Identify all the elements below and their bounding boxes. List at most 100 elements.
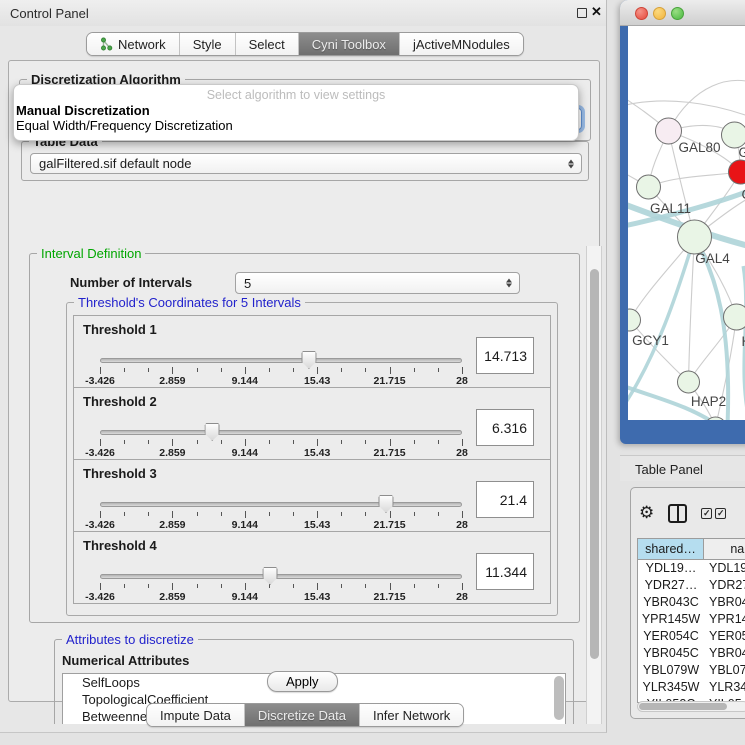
table-hscrollbar-thumb[interactable] [639,703,727,710]
tab-jactivemnodules[interactable]: jActiveMNodules [399,33,523,55]
slider-tick-label: 9.144 [232,375,258,387]
tab-select[interactable]: Select [235,33,298,55]
slider-tick [172,583,173,590]
slider-tick-label: 2.859 [159,447,185,459]
slider-tick [438,440,439,444]
table-row[interactable]: YDL19…YDL19 [638,560,745,577]
gear-icon[interactable]: ⚙ [639,505,654,522]
table-data-groupbox: Table Data galFiltered.sif default node [21,141,589,181]
table-panel-toolbar: ⚙ ✓ ✓ [639,496,745,530]
threshold-slider[interactable]: -3.4262.8599.14415.4321.71528 [100,316,462,389]
table-cell: YDL19… [638,560,704,577]
minimize-button-icon[interactable] [653,7,666,20]
table-hscrollbar-track[interactable] [637,701,745,712]
split-columns-icon[interactable] [668,504,687,523]
table-row[interactable]: YLR345WYLR34 [638,679,745,696]
num-intervals-combobox[interactable]: 5 [235,272,520,294]
network-node-label: GAL4 [695,251,730,266]
tab-label: Select [249,37,285,52]
slider-thumb[interactable] [301,351,316,369]
table-data-selected: galFiltered.sif default node [39,156,191,171]
threshold-slider[interactable]: -3.4262.8599.14415.4321.71528 [100,460,462,533]
network-node-gal11[interactable] [637,175,661,199]
table-row[interactable]: YER054CYER05 [638,628,745,645]
threshold-slider[interactable]: -3.4262.8599.14415.4321.71528 [100,532,462,605]
float-window-icon[interactable] [577,8,587,18]
network-node-h[interactable] [724,304,745,330]
slider-tick [245,367,246,374]
network-node-label: GAL [739,145,745,160]
threshold-value-field[interactable]: 11.344 [476,553,534,590]
slider-track[interactable] [100,502,462,507]
tab-network[interactable]: Network [87,33,179,55]
tab-impute-data[interactable]: Impute Data [147,704,244,726]
slider-thumb[interactable] [378,495,393,513]
slider-tick [341,440,342,444]
table-cell: YBL079W [638,662,704,679]
tab-infer-network[interactable]: Infer Network [359,704,463,726]
slider-track[interactable] [100,574,462,579]
apply-button[interactable]: Apply [267,671,338,692]
algorithm-option[interactable]: Equal Width/Frequency Discretization [14,119,578,134]
table-row[interactable]: YPR145WYPR14 [638,611,745,628]
table-row[interactable]: YBL079WYBL07 [638,662,745,679]
table-row[interactable]: YDR27…YDR27 [638,577,745,594]
slider-tick-label: 2.859 [159,519,185,531]
zoom-button-icon[interactable] [671,7,684,20]
network-node-hap2[interactable] [678,371,700,393]
settings-scrollbar-thumb[interactable] [590,269,599,659]
slider-tick [462,583,463,590]
slider-tick [365,440,366,444]
slider-tick [124,368,125,372]
threshold-slider[interactable]: -3.4262.8599.14415.4321.71528 [100,388,462,461]
slider-tick [197,584,198,588]
table-cell: YLR345W [638,679,704,696]
close-button-icon[interactable] [635,7,648,20]
network-canvas[interactable]: GAL80GALCGAL11GAL4GCY1HHAP2 [628,26,745,420]
algorithm-dropdown-popup: Select algorithm to view settings Manual… [13,84,579,141]
slider-tick [293,584,294,588]
network-node-gcy1[interactable] [628,309,641,331]
table-column-header[interactable]: shared… [638,539,704,559]
slider-thumb[interactable] [263,567,278,585]
slider-tick [221,368,222,372]
table-data-combobox[interactable]: galFiltered.sif default node [30,153,582,174]
attributes-list-scrollbar[interactable] [554,676,564,720]
slider-track[interactable] [100,358,462,363]
cyni-bottom-tabs: Impute DataDiscretize DataInfer Network [146,703,464,727]
slider-tick [124,440,125,444]
table-panel-window: ⚙ ✓ ✓ shared…name YDL19…YDL19YDR27…YDR27… [630,487,745,719]
slider-tick-label: -3.426 [85,375,115,387]
threshold-value-field[interactable]: 6.316 [476,409,534,446]
table-cell: YPR145W [638,611,704,628]
table-row[interactable]: YBR045CYBR04 [638,645,745,662]
table-row[interactable]: YBR043CYBR04 [638,594,745,611]
algorithm-option[interactable]: Manual Discretization [14,104,578,119]
threshold-value-field[interactable]: 21.4 [476,481,534,518]
network-node-gal4[interactable] [678,220,712,254]
close-panel-icon[interactable]: ✕ [591,4,602,20]
settings-scroll-area: Interval Definition Number of Intervals … [22,246,586,724]
threshold-value-field[interactable]: 14.713 [476,337,534,374]
slider-tick-label: 28 [456,591,468,603]
tab-discretize-data[interactable]: Discretize Data [244,704,359,726]
slider-tick [124,584,125,588]
slider-thumb[interactable] [205,423,220,441]
settings-scrollbar-track[interactable] [586,246,602,724]
table-cell: YBR043C [638,594,704,611]
tab-cyni-toolbox[interactable]: Cyni Toolbox [298,33,399,55]
checkbox-checked-icon[interactable]: ✓ [701,508,712,519]
table-cell: YER05 [704,628,745,645]
table-column-header[interactable]: name [704,539,745,559]
slider-tick [221,512,222,516]
network-node-label: GAL11 [650,201,691,216]
tab-style[interactable]: Style [179,33,235,55]
slider-track[interactable] [100,430,462,435]
slider-tick-label: -3.426 [85,447,115,459]
slider-tick [100,583,101,590]
control-panel-titlebar: Control Panel ✕ [0,0,606,26]
table-cell: YDR27… [638,577,704,594]
slider-tick-label: 15.43 [304,375,330,387]
checkbox-checked-icon[interactable]: ✓ [715,508,726,519]
node-table: shared…name YDL19…YDL19YDR27…YDR27YBR043… [637,538,745,703]
